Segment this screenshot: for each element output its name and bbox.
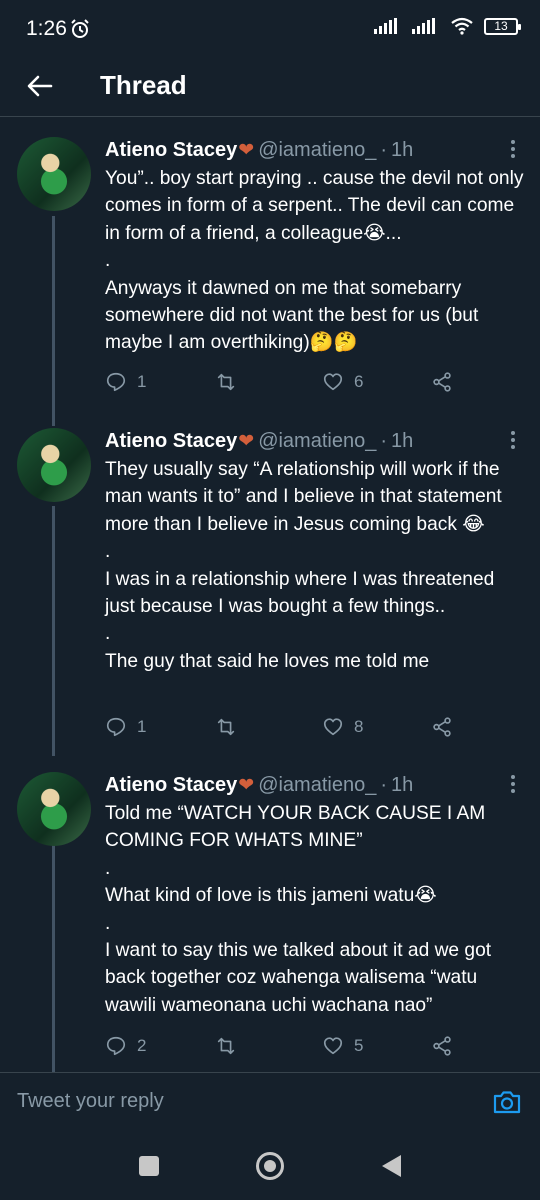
tweet-header: Atieno Stacey❤ @iamatieno_ · 1h [105,774,413,797]
tweet-time: 1h [391,139,414,161]
back-button[interactable] [20,66,60,106]
tweet-line: . [105,250,111,272]
tweet-line: You”.. boy start praying .. cause the de… [105,168,524,244]
signal-icon [374,18,397,34]
reply-composer[interactable]: Tweet your reply [0,1072,540,1135]
tweet-text: Told me “WATCH YOUR BACK CAUSE I AM COMI… [105,800,525,1019]
reply-button[interactable]: 1 [105,371,146,393]
heart-icon [323,718,343,736]
more-vertical-icon[interactable] [505,774,521,794]
author-name[interactable]: Atieno Stacey [105,139,237,161]
tweet-line: I want to say this we talked about it ad… [105,940,492,1016]
camera-icon[interactable] [492,1087,522,1117]
tweet-time: 1h [391,430,414,452]
reply-count: 2 [137,1036,147,1055]
signal-icon-2 [412,18,435,34]
tweet[interactable]: Atieno Stacey❤ @iamatieno_ · 1h You”.. boy … [0,137,540,407]
tweet-text: They usually say “A relationship will wo… [105,456,525,675]
avatar[interactable] [17,428,91,502]
tweet-line: Anyways it dawned on me that somebarry s… [105,277,479,354]
tweet-header: Atieno Stacey❤ @iamatieno_ · 1h [105,430,413,453]
tweet[interactable]: Atieno Stacey❤ @iamatieno_ · 1h They usuall… [0,428,540,748]
tweet-line: I was in a relationship where I was thre… [105,568,495,618]
share-icon [433,1036,451,1056]
tweet[interactable]: Atieno Stacey❤ @iamatieno_ · 1h Told me “WA… [0,772,540,1072]
more-vertical-icon[interactable] [505,430,521,450]
tweet-actions: 1 6 [105,371,505,399]
system-back-button[interactable] [382,1155,401,1177]
recents-button[interactable] [139,1156,159,1176]
heart-icon [323,1037,343,1055]
heart-emoji-icon: ❤ [238,775,255,796]
tweet-line: . [105,912,111,934]
share-icon [433,372,451,392]
tweet-line: The guy that said he loves me told me [105,650,430,672]
home-button[interactable] [256,1152,284,1180]
reply-button[interactable]: 1 [105,716,146,738]
tweet-line: They usually say “A relationship will wo… [105,459,502,535]
page-title: Thread [100,70,187,100]
retweet-button[interactable] [215,1035,247,1057]
author-handle: @iamatieno_ [258,430,377,452]
retweet-button[interactable] [215,371,247,393]
like-count: 5 [354,1036,364,1055]
status-icons: 13 [374,17,521,35]
share-button[interactable] [431,716,453,738]
share-button[interactable] [431,371,453,393]
heart-emoji-icon: ❤ [238,431,255,452]
like-button[interactable]: 5 [322,1035,363,1057]
share-icon [433,717,451,737]
tweet-line: . [105,541,111,563]
like-count: 6 [354,372,364,391]
share-button[interactable] [431,1035,453,1057]
reply-count: 1 [137,717,147,736]
tweet-text: You”.. boy start praying .. cause the de… [105,165,525,357]
tweet-actions: 2 5 [105,1035,505,1063]
heart-icon [323,373,343,391]
like-button[interactable]: 8 [322,716,363,738]
reply-input[interactable]: Tweet your reply [17,1090,164,1113]
heart-emoji-icon: ❤ [238,140,255,161]
retweet-icon [217,1037,235,1055]
retweet-button[interactable] [215,716,247,738]
reply-button[interactable]: 2 [105,1035,146,1057]
arrow-left-icon [27,75,53,97]
author-handle: @iamatieno_ [258,774,377,796]
tweet-line: . [105,857,111,879]
status-bar: 1:26 13 [0,0,540,56]
alarm-icon [71,19,89,38]
comment-icon [106,372,126,392]
comment-icon [106,1036,126,1056]
author-handle: @iamatieno_ [258,139,377,161]
author-name[interactable]: Atieno Stacey [105,430,237,452]
status-time: 1:26 [26,17,67,40]
battery-indicator: 13 [484,17,521,35]
separator: · [380,430,388,452]
avatar[interactable] [17,772,91,846]
retweet-icon [217,718,235,736]
avatar[interactable] [17,137,91,211]
tweet-actions: 1 8 [105,716,505,744]
top-bar: Thread [0,56,540,117]
tweet-time: 1h [391,774,414,796]
tweet-line: . [105,623,111,645]
tweet-line: Told me “WATCH YOUR BACK CAUSE I AM COMI… [105,803,486,852]
tweet-header: Atieno Stacey❤ @iamatieno_ · 1h [105,139,413,162]
separator: · [380,139,388,161]
retweet-icon [217,373,235,391]
author-name[interactable]: Atieno Stacey [105,774,237,796]
tweet-line: What kind of love is this jameni watu😭 [105,885,437,907]
wifi-icon [451,17,473,35]
system-nav-bar [0,1134,540,1200]
like-count: 8 [354,717,364,736]
comment-icon [106,717,126,737]
more-vertical-icon[interactable] [505,139,521,159]
like-button[interactable]: 6 [322,371,363,393]
separator: · [380,774,388,796]
reply-count: 1 [137,372,147,391]
